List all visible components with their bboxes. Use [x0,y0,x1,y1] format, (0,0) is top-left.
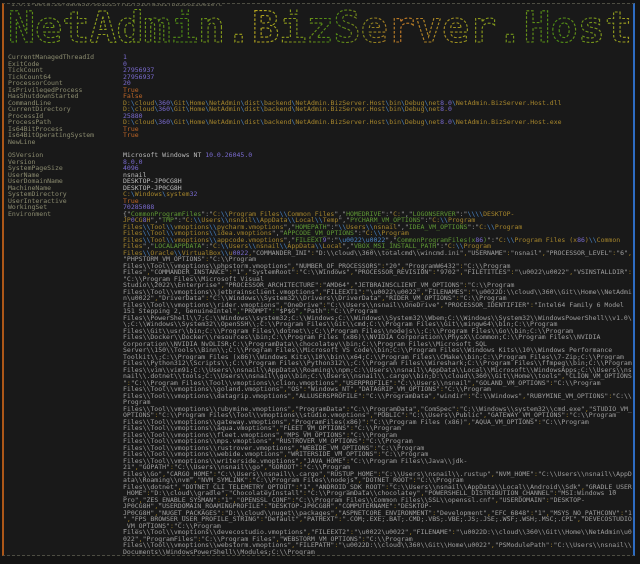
property-value [123,139,633,146]
property-label: Environment [8,211,123,557]
property-label: NewLine [8,139,123,146]
console-output-panel: 1.0.1-beta.28+8a0a5b79b1b25f7d3f516fa581… [2,3,635,556]
property-row: Environment{"CommonProgramFiles":"C:\\Pr… [8,211,633,557]
version-label: 1.0.1-beta.28+8a0a5b79b1b25f7d3f516fa581… [8,3,225,8]
properties-list: CurrentManagedThreadId1ExitCode0TickCoun… [8,54,633,556]
terminal-screen: { "version_label": "1.0.1-beta.28+8a0a5b… [0,0,640,564]
app-title-text: NetAdmin.BizServer.Host [8,8,632,49]
property-row: NewLine [8,139,633,146]
ascii-art-title: NetAdmin.BizServer.Host [6,8,635,49]
property-value: {"CommonProgramFiles":"C:\\Program Files… [123,211,633,557]
spacer-row [8,145,633,152]
